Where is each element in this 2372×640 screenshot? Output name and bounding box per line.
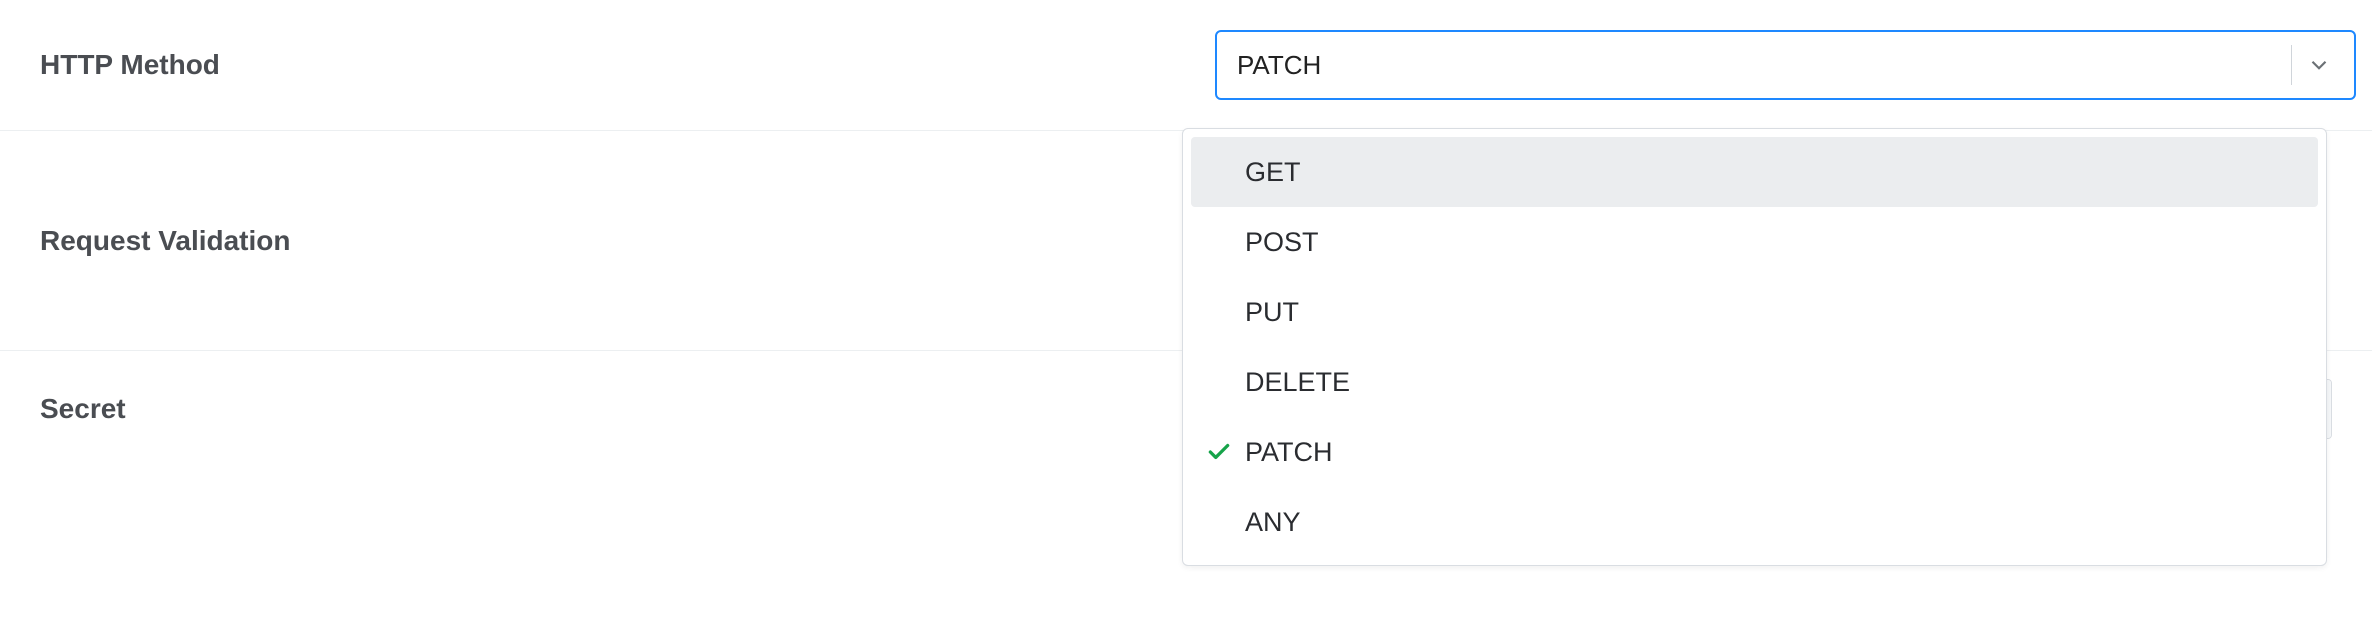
dropdown-option-any[interactable]: ANY <box>1191 487 2318 557</box>
option-label: PATCH <box>1245 437 2306 468</box>
label-request-validation: Request Validation <box>40 225 1215 257</box>
option-label: GET <box>1245 157 2306 188</box>
http-method-selected-value: PATCH <box>1237 50 2283 81</box>
select-divider <box>2291 45 2292 85</box>
check-icon <box>1203 436 1235 468</box>
option-label: POST <box>1245 227 2306 258</box>
option-label: PUT <box>1245 297 2306 328</box>
option-label: ANY <box>1245 507 2306 538</box>
http-method-dropdown: GET POST PUT DELETE PATCH ANY <box>1182 128 2327 566</box>
dropdown-option-post[interactable]: POST <box>1191 207 2318 277</box>
control-http-method: PATCH <box>1215 30 2356 100</box>
http-method-select[interactable]: PATCH <box>1215 30 2356 100</box>
option-label: DELETE <box>1245 367 2306 398</box>
dropdown-option-delete[interactable]: DELETE <box>1191 347 2318 417</box>
row-http-method: HTTP Method PATCH <box>0 0 2372 131</box>
dropdown-option-get[interactable]: GET <box>1191 137 2318 207</box>
dropdown-option-patch[interactable]: PATCH <box>1191 417 2318 487</box>
chevron-down-icon[interactable] <box>2304 50 2334 80</box>
label-secret: Secret <box>40 393 1215 425</box>
dropdown-option-put[interactable]: PUT <box>1191 277 2318 347</box>
label-http-method: HTTP Method <box>40 49 1215 81</box>
